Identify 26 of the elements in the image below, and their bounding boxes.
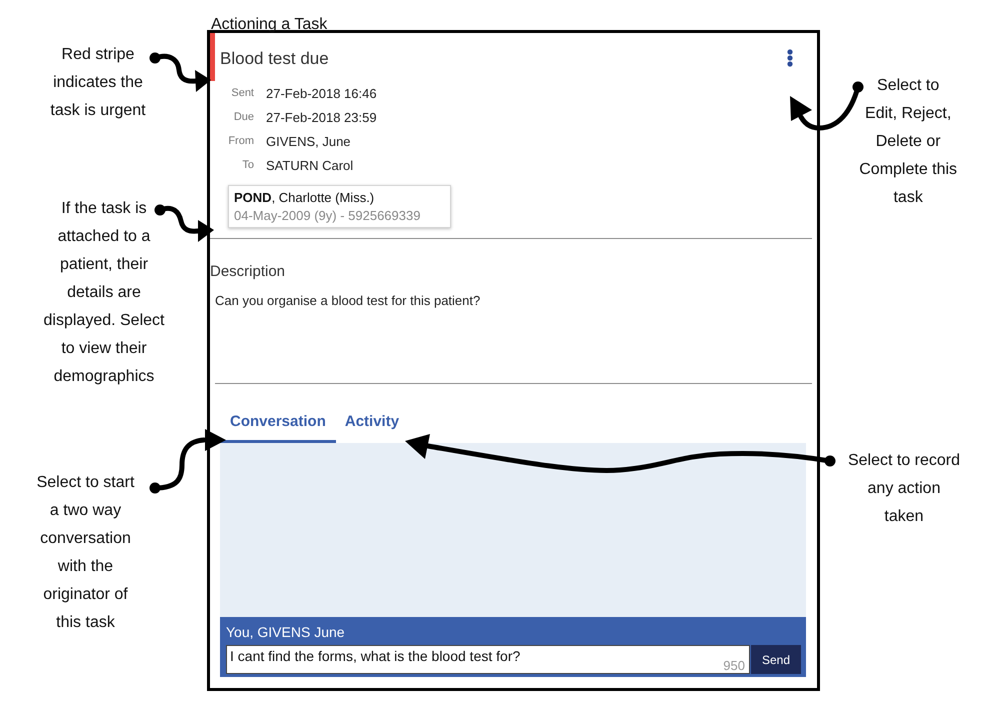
patient-card[interactable]: POND, Charlotte (Miss.) 04-May-2009 (9y) - 5925669339 [228, 185, 451, 228]
field-value: GIVENS, June [266, 134, 351, 148]
description-text: Can you organise a blood test for this patient? [215, 293, 480, 309]
tab[interactable]: Activity [336, 404, 410, 443]
field-label: Sent [231, 87, 254, 99]
patient-name: POND, Charlotte (Miss.) [234, 188, 374, 206]
callout-text: Select to Edit, Reject, Delete or Complete this task [859, 76, 958, 208]
callout-text: Select to start a two way conversation with the originator of this task [36, 473, 136, 633]
character-count: 950 [723, 659, 745, 673]
more-menu-icon[interactable] [787, 49, 793, 67]
callout-text: Red stripe indicates the task is urgent [49, 45, 147, 121]
callout-text: If the task is attached to a patient, their details are displayed. Select to view their demographics [42, 199, 166, 387]
send-button[interactable]: Send [751, 645, 801, 674]
field-label: To [242, 159, 254, 171]
field-value: 27-Feb-2018 16:46 [266, 86, 377, 100]
author-label: You, GIVENS June [226, 623, 345, 642]
message-field[interactable]: I cant find the forms, what is the blood test for? 950 [226, 645, 750, 674]
section-heading: Description [210, 262, 286, 282]
callout-text: Select to record any action taken [847, 451, 961, 527]
field-label: From [228, 135, 254, 147]
patient-details: 04-May-2009 (9y) - 5925669339 [234, 206, 420, 224]
field-label: Due [234, 111, 254, 123]
field-value: SATURN Carol [266, 158, 354, 172]
task-title: Blood test due [220, 48, 329, 68]
page-title: Actioning a Task [211, 16, 328, 33]
field-value: 27-Feb-2018 23:59 [266, 110, 377, 124]
